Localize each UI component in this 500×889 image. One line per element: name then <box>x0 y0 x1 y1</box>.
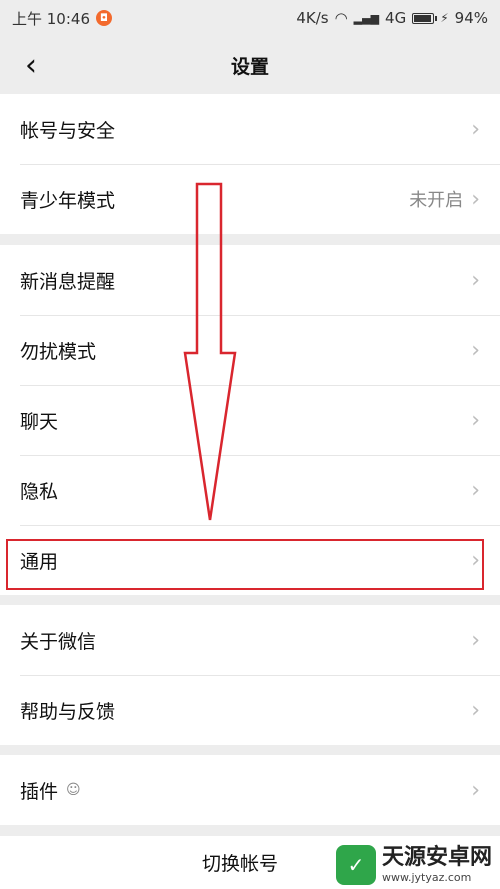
watermark-url: www.jytyaz.com <box>381 870 472 884</box>
page-title: 设置 <box>230 55 269 78</box>
settings-item-teen-mode[interactable]: 青少年模式 未开启 › <box>0 164 500 234</box>
plugin-badge-icon: ☺ <box>66 782 81 798</box>
settings-item-new-message-alerts[interactable]: 新消息提醒 › <box>0 245 500 315</box>
chevron-right-icon: › <box>471 477 480 503</box>
settings-item-label: 关于微信 <box>20 630 97 653</box>
settings-group-plugins: 插件 ☺ › <box>0 755 500 825</box>
settings-item-label: 通用 <box>20 550 59 573</box>
chevron-left-icon: ‹ <box>25 47 37 83</box>
signal-icon: ▂▄▆ <box>353 11 380 25</box>
chevron-right-icon: › <box>471 547 480 573</box>
battery-percent: 94% <box>454 9 488 27</box>
settings-item-label: 青少年模式 <box>20 189 116 212</box>
watermark: ✓ 天源安卓网 www.jytyaz.com <box>335 844 492 885</box>
network-type: 4G <box>385 9 407 27</box>
back-button[interactable]: ‹ <box>12 46 50 84</box>
chevron-right-icon: › <box>471 337 480 363</box>
settings-group-account: 帐号与安全 › 青少年模式 未开启 › <box>0 94 500 234</box>
settings-item-chat[interactable]: 聊天 › <box>0 385 500 455</box>
settings-item-privacy[interactable]: 隐私 › <box>0 455 500 525</box>
watermark-title: 天源安卓网 <box>381 844 492 870</box>
settings-item-label: 帮助与反馈 <box>20 700 116 723</box>
switch-account-button[interactable]: 切换帐号 <box>202 849 278 876</box>
settings-item-help-feedback[interactable]: 帮助与反馈 › <box>0 675 500 745</box>
settings-item-about-wechat[interactable]: 关于微信 › <box>0 605 500 675</box>
charging-icon: ⚡ <box>440 11 449 25</box>
chevron-right-icon: › <box>471 777 480 803</box>
settings-item-label: 新消息提醒 <box>20 270 116 293</box>
status-time: 上午 10:46 <box>12 9 90 28</box>
settings-group-general: 新消息提醒 › 勿扰模式 › 聊天 › 隐私 › 通用 › <box>0 245 500 595</box>
chevron-right-icon: › <box>471 267 480 293</box>
settings-item-label: 帐号与安全 <box>20 119 116 142</box>
settings-item-label: 插件 <box>20 780 59 803</box>
settings-group-about: 关于微信 › 帮助与反馈 › <box>0 605 500 745</box>
settings-item-do-not-disturb[interactable]: 勿扰模式 › <box>0 315 500 385</box>
wifi-icon: ◠ <box>334 9 348 27</box>
chevron-right-icon: › <box>471 116 480 142</box>
settings-item-value: 未开启 <box>409 190 464 211</box>
network-speed: 4K/s <box>296 9 329 27</box>
battery-icon <box>412 12 438 24</box>
chevron-right-icon: › <box>471 186 480 212</box>
settings-item-general[interactable]: 通用 › <box>0 525 500 595</box>
chevron-right-icon: › <box>471 627 480 653</box>
settings-item-label: 聊天 <box>20 410 59 433</box>
settings-item-account-security[interactable]: 帐号与安全 › <box>0 94 500 164</box>
status-bar: 上午 10:46 ◘ 4K/s ◠ ▂▄▆ 4G ⚡ 94% <box>0 0 500 36</box>
settings-item-label: 勿扰模式 <box>20 340 97 363</box>
site-logo-icon: ✓ <box>335 845 376 885</box>
settings-item-label: 隐私 <box>20 480 59 503</box>
top-nav-bar: ‹ 设置 <box>0 36 500 94</box>
notification-icon: ◘ <box>96 10 112 26</box>
chevron-right-icon: › <box>471 697 480 723</box>
chevron-right-icon: › <box>471 407 480 433</box>
settings-item-plugins[interactable]: 插件 ☺ › <box>0 755 500 825</box>
